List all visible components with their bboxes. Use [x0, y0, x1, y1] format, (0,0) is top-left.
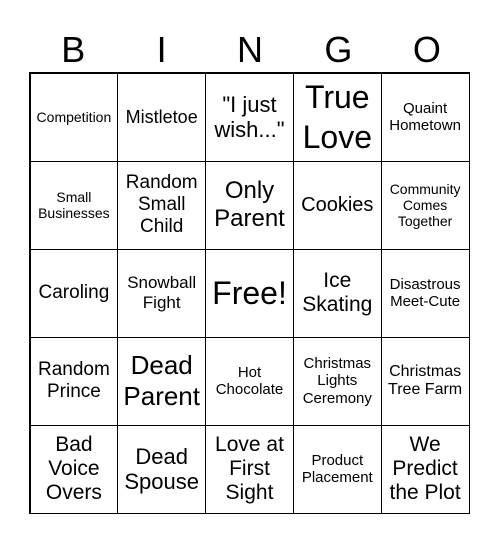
cell-label: Snowball Fight	[127, 273, 197, 312]
cell-label: True Love	[302, 79, 372, 155]
bingo-cell[interactable]: Random Small Child	[117, 160, 207, 250]
header-letter: N	[237, 29, 264, 70]
header-letter: O	[412, 29, 441, 70]
cell-label: Christmas Tree Farm	[388, 362, 463, 398]
free-space-cell[interactable]: Free!	[205, 248, 294, 338]
bingo-cell[interactable]: Competition	[29, 72, 119, 162]
bingo-cell[interactable]: Cookies	[292, 160, 382, 250]
bingo-cell[interactable]: Caroling	[29, 248, 119, 338]
header-letter: G	[324, 29, 353, 70]
cell-label: Random Prince	[37, 359, 110, 402]
bingo-cell[interactable]: Love at First Sight	[205, 424, 294, 514]
bingo-cell[interactable]: Community Comes Together	[380, 160, 470, 250]
bingo-header: B I N G O	[29, 28, 471, 72]
bingo-cell[interactable]: "I just wish..."	[205, 72, 294, 162]
cell-label: Free!	[212, 275, 287, 311]
bingo-grid: Competition Mistletoe "I just wish..." True…	[29, 72, 470, 514]
bingo-cell[interactable]: Only Parent	[205, 160, 294, 250]
bingo-cell[interactable]: Dead Parent	[117, 336, 207, 426]
cell-label: Dead Parent	[123, 349, 200, 411]
cell-label: Disastrous Meet-Cute	[389, 275, 461, 310]
cell-label: Christmas Lights Ceremony	[302, 355, 372, 407]
cell-label: Cookies	[301, 193, 374, 216]
bingo-cell[interactable]: Dead Spouse	[117, 424, 207, 514]
bingo-cell[interactable]: Disastrous Meet-Cute	[380, 248, 470, 338]
bingo-cell[interactable]: Christmas Tree Farm	[380, 336, 470, 426]
cell-label: "I just wish..."	[214, 91, 285, 142]
bingo-cell[interactable]: Mistletoe	[117, 72, 207, 162]
cell-label: Random Small Child	[125, 172, 198, 237]
cell-label: Quaint Hometown	[389, 99, 461, 134]
cell-label: Hot Chocolate	[215, 363, 284, 398]
header-letter: I	[156, 29, 167, 70]
header-letter: B	[61, 29, 86, 70]
bingo-cell[interactable]: We Predict the Plot	[380, 424, 470, 514]
bingo-cell[interactable]: Quaint Hometown	[380, 72, 470, 162]
cell-label: Ice Skating	[302, 268, 373, 316]
bingo-cell[interactable]: Hot Chocolate	[205, 336, 294, 426]
cell-label: Love at First Sight	[215, 432, 284, 505]
cell-label: Dead Spouse	[124, 443, 199, 494]
bingo-cell[interactable]: Product Placement	[292, 424, 382, 514]
cell-label: Mistletoe	[125, 106, 198, 127]
cell-label: Competition	[36, 108, 112, 125]
cell-label: Caroling	[38, 282, 110, 304]
bingo-cell[interactable]: Random Prince	[29, 336, 119, 426]
bingo-cell[interactable]: Small Businesses	[29, 160, 119, 250]
bingo-cell[interactable]: True Love	[292, 72, 382, 162]
cell-label: Small Businesses	[38, 188, 110, 221]
bingo-cell[interactable]: Ice Skating	[292, 248, 382, 338]
cell-label: Only Parent	[214, 177, 285, 232]
cell-label: We Predict the Plot	[389, 432, 461, 505]
bingo-cell[interactable]: Christmas Lights Ceremony	[292, 336, 382, 426]
bingo-cell[interactable]: Snowball Fight	[117, 248, 207, 338]
cell-label: Community Comes Together	[389, 180, 461, 230]
cell-label: Bad Voice Overs	[45, 432, 102, 505]
bingo-cell[interactable]: Bad Voice Overs	[29, 424, 119, 514]
cell-label: Product Placement	[301, 451, 373, 486]
